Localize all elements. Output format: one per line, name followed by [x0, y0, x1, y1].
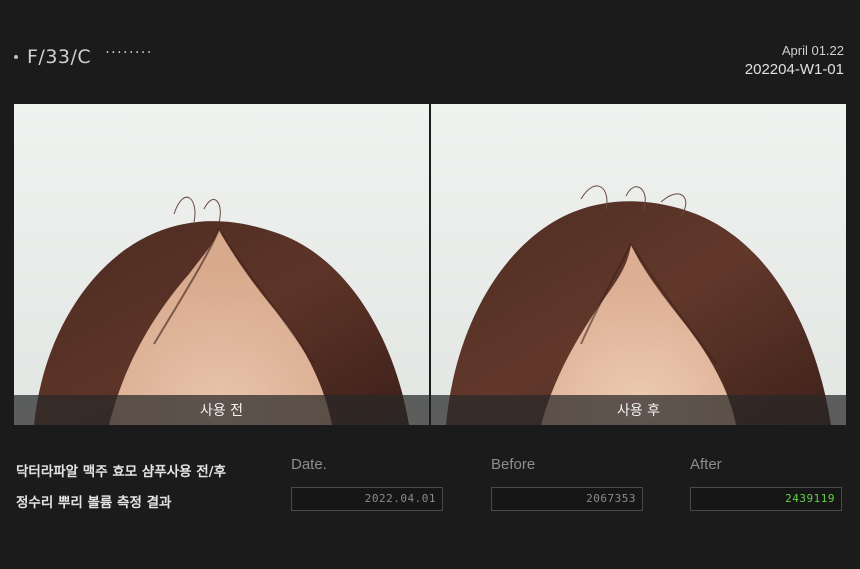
metric-after-value: 2439119: [690, 487, 842, 511]
subject-header: F/33/C ········: [14, 45, 153, 68]
caption-line-1: 닥터라파알 맥주 효모 샴푸사용 전/후: [16, 464, 227, 480]
metric-after-label: After: [690, 456, 722, 473]
caption-line-2: 정수리 뿌리 볼륨 측정 결과: [16, 495, 172, 511]
after-photo: 사용 후: [431, 104, 846, 425]
metric-date-value: 2022.04.01: [291, 487, 443, 511]
metric-after: After 2439119: [690, 456, 842, 511]
scalp-after-image: [431, 104, 846, 425]
metric-date-label: Date.: [291, 456, 327, 473]
session-date: April 01.22: [781, 43, 844, 58]
metric-before: Before 2067353: [491, 456, 643, 511]
result-caption: 닥터라파알 맥주 효모 샴푸사용 전/후 정수리 뿌리 볼륨 측정 결과: [16, 457, 226, 519]
dots-decoration: ········: [105, 45, 153, 61]
session-meta: April 01.22 202204-W1-01: [745, 42, 844, 80]
after-label: 사용 후: [431, 395, 846, 425]
before-label: 사용 전: [14, 395, 429, 425]
metric-date: Date. 2022.04.01: [291, 456, 443, 511]
before-photo: 사용 전: [14, 104, 429, 425]
metric-before-label: Before: [491, 456, 536, 473]
bullet-icon: [14, 55, 18, 59]
subject-code: F/33/C: [27, 46, 92, 68]
comparison-photos: 사용 전 사용 후: [14, 104, 846, 425]
scalp-before-image: [14, 104, 429, 425]
metric-before-value: 2067353: [491, 487, 643, 511]
session-code: 202204-W1-01: [744, 61, 844, 78]
